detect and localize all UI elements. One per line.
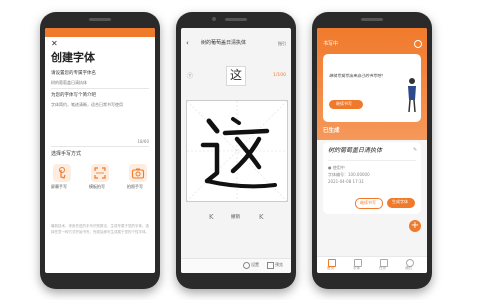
camera-icon [129, 164, 147, 182]
undo-button[interactable]: 撤销 [231, 215, 240, 221]
target-char-box: 这 [226, 66, 246, 86]
in-progress-card: 继续写我写出来自己的书写吧！ 继续书写 [323, 54, 421, 122]
date-line: 2021-04-08 17:31 [328, 179, 365, 184]
bottom-toolbar: 设置 预览 [181, 258, 291, 273]
intro-label: 为您的字体写个简介吧 [51, 93, 96, 98]
section-title: 已生成 [323, 128, 340, 134]
continue-writing-button[interactable]: 继续书写 [329, 100, 363, 109]
edit-icon[interactable]: ✎ [413, 147, 417, 154]
person-illustration-icon [408, 78, 416, 113]
screen-handwrite: ‹ 树的葡萄盖日清执体 指引 Ⓣ 这 1/100 K 撤销 K 设置 预览 [181, 28, 291, 273]
card-text: 继续写我写出来自己的书写吧！ [329, 73, 385, 78]
phone-create-font: ✕ 创建字体 请设置您的专属字体名 树的葡萄盖日清执体 为您的字体写个简介吧 字… [40, 12, 160, 289]
grid-guides [186, 100, 288, 202]
intro-input[interactable]: 字体简约，笔迹清晰，适合日常书写使用 [51, 102, 123, 107]
footer-note: 最新技术，采用先进的手写识别算法，生成专属于您的字体。选择任意一种方式开始书写，… [51, 224, 149, 234]
status-line: ● 使用中 [328, 165, 345, 170]
writing-canvas[interactable] [186, 100, 288, 202]
secondary-button[interactable]: 继续书写 [355, 198, 383, 209]
nav-fonts[interactable]: 字体 [351, 259, 365, 271]
status-bar [45, 28, 155, 37]
progress-counter: 1/100 [273, 73, 286, 78]
scan-icon [91, 164, 109, 182]
char-counter: 18/60 [137, 139, 149, 144]
nav-profile[interactable]: 我的 [403, 259, 417, 271]
back-icon[interactable]: ‹ [186, 39, 189, 48]
name-input[interactable]: 树的葡萄盖日清执体 [51, 80, 87, 85]
method-screen-handwrite[interactable]: 屏幕手写 [51, 164, 73, 194]
guide-link[interactable]: 指引 [278, 41, 286, 46]
settings-button[interactable]: 设置 [251, 262, 259, 267]
method-label: 选择手写方式 [51, 151, 82, 157]
nav-tasks[interactable]: 任务 [377, 259, 391, 271]
nav-home[interactable]: 首页 [325, 259, 339, 271]
phone-handwrite-canvas: ‹ 树的葡萄盖日清执体 指引 Ⓣ 这 1/100 K 撤销 K 设置 预览 [176, 12, 296, 289]
method-template-shoot[interactable]: 模板拍写 [89, 164, 111, 194]
target-char: 这 [230, 68, 243, 82]
prev-button[interactable]: K [209, 213, 214, 222]
phone-font-list: 书写中 继续写我写出来自己的书写吧！ 继续书写 已生成 树的葡萄盖日清执体 ✎ … [312, 12, 432, 289]
hand-touch-icon [53, 164, 71, 182]
add-font-button[interactable]: + [409, 220, 421, 232]
next-button[interactable]: K [259, 213, 264, 222]
nav-title: 树的葡萄盖日清执体 [201, 40, 247, 46]
header-title: 书写中 [323, 41, 339, 47]
preview-icon[interactable] [267, 262, 274, 269]
close-icon[interactable]: ✕ [51, 39, 58, 49]
divider [328, 160, 416, 161]
settings-icon[interactable] [243, 262, 250, 269]
divider [51, 146, 149, 147]
primary-button[interactable]: 生成字体 [387, 198, 415, 208]
divider [51, 88, 149, 89]
profile-icon[interactable] [414, 40, 422, 48]
font-name: 树的葡萄盖日清执体 [328, 147, 383, 154]
bottom-nav: 首页 字体 任务 我的 [317, 256, 427, 273]
font-id-line: 字体编号：100.00000 [328, 172, 370, 177]
preview-button[interactable]: 预览 [275, 262, 283, 267]
generated-font-card[interactable]: 树的葡萄盖日清执体 ✎ ● 使用中 字体编号：100.00000 2021-04… [323, 142, 421, 214]
name-label: 请设置您的专属字体名 [51, 71, 96, 76]
method-photo-handwrite[interactable]: 拍照手写 [127, 164, 149, 194]
font-size-icon[interactable]: Ⓣ [187, 73, 193, 81]
screen-create-font: ✕ 创建字体 请设置您的专属字体名 树的葡萄盖日清执体 为您的字体写个简介吧 字… [45, 28, 155, 273]
page-title: 创建字体 [51, 51, 95, 64]
screen-font-list: 书写中 继续写我写出来自己的书写吧！ 继续书写 已生成 树的葡萄盖日清执体 ✎ … [317, 28, 427, 273]
